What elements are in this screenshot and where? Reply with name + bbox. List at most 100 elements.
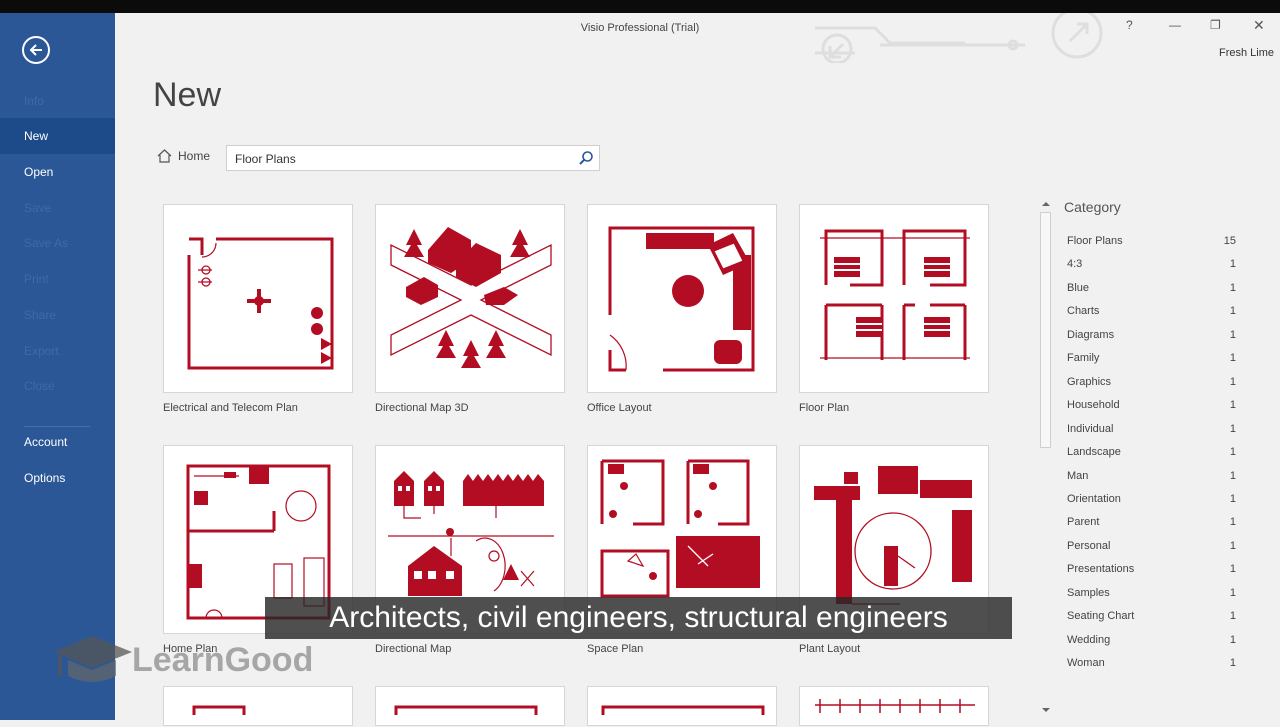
category-count: 1 xyxy=(1229,516,1236,529)
category-name: 4:3 xyxy=(1067,258,1083,271)
category-count: 1 xyxy=(1229,539,1236,552)
category-count: 1 xyxy=(1229,352,1236,365)
nav-account[interactable]: Account xyxy=(0,424,115,460)
nav-new[interactable]: New xyxy=(0,118,115,154)
template-card-partial[interactable] xyxy=(163,686,353,726)
minimize-button[interactable]: — xyxy=(1169,18,1181,32)
template-label: Plant Layout xyxy=(799,643,861,655)
restore-button[interactable]: ❐ xyxy=(1210,18,1221,32)
electrical-plan-thumbnail-icon xyxy=(187,237,334,370)
template-card-partial[interactable] xyxy=(375,686,565,726)
close-button[interactable]: ✕ xyxy=(1253,17,1265,34)
category-name: Family xyxy=(1067,352,1100,365)
category-item[interactable]: Orientation 1 xyxy=(1058,488,1248,511)
home-label: Home xyxy=(178,149,211,163)
circuit-decoration-icon xyxy=(815,13,1103,63)
category-item[interactable]: Parent 1 xyxy=(1058,511,1248,534)
category-name: Blue xyxy=(1067,281,1090,294)
partial-thumbnail-icon xyxy=(815,699,975,713)
partial-thumbnail-icon xyxy=(192,705,246,715)
nav-print[interactable]: Print xyxy=(0,261,115,297)
category-item[interactable]: Charts 1 xyxy=(1058,300,1248,323)
category-name: Individual xyxy=(1067,422,1114,435)
category-count: 1 xyxy=(1229,305,1236,318)
graduation-cap-icon xyxy=(54,636,132,682)
nav-info[interactable]: Info xyxy=(0,83,115,119)
category-count: 1 xyxy=(1229,281,1236,294)
search-input[interactable] xyxy=(233,151,567,167)
template-scrollbar[interactable] xyxy=(1039,197,1053,717)
partial-thumbnail-icon xyxy=(601,705,765,715)
template-label: Floor Plan xyxy=(799,402,850,414)
template-electrical-telecom[interactable] xyxy=(163,204,353,393)
category-item[interactable]: Woman 1 xyxy=(1058,652,1248,675)
category-item[interactable]: Diagrams 1 xyxy=(1058,324,1248,347)
category-name: Personal xyxy=(1067,539,1111,552)
category-count: 1 xyxy=(1229,469,1236,482)
category-count: 1 xyxy=(1229,586,1236,599)
back-button[interactable] xyxy=(22,36,50,64)
template-search-box[interactable] xyxy=(226,145,600,171)
template-card-partial[interactable] xyxy=(799,686,989,726)
template-label: Directional Map 3D xyxy=(375,402,469,414)
search-icon[interactable] xyxy=(578,150,594,166)
floor-plan-thumbnail-icon xyxy=(820,229,970,360)
nav-options[interactable]: Options xyxy=(0,460,115,496)
category-name: Presentations xyxy=(1067,563,1135,576)
nav-close[interactable]: Close xyxy=(0,368,115,404)
category-item[interactable]: Presentations 1 xyxy=(1058,558,1248,581)
category-count: 1 xyxy=(1229,422,1236,435)
category-count: 1 xyxy=(1229,258,1236,271)
category-item[interactable]: Personal 1 xyxy=(1058,535,1248,558)
category-item[interactable]: Wedding 1 xyxy=(1058,629,1248,652)
help-button[interactable]: ? xyxy=(1126,18,1133,32)
category-name: Graphics xyxy=(1067,375,1112,388)
category-count: 1 xyxy=(1229,446,1236,459)
category-item[interactable]: Blue 1 xyxy=(1058,277,1248,300)
watermark-text: LearnGood xyxy=(132,640,314,679)
directional-map-3d-thumbnail-icon xyxy=(390,227,552,368)
top-bar xyxy=(0,0,1280,13)
nav-save-as[interactable]: Save As xyxy=(0,225,115,261)
category-count: 1 xyxy=(1229,492,1236,505)
template-card-partial[interactable] xyxy=(587,686,777,726)
template-label: Office Layout xyxy=(587,402,652,414)
category-name: Orientation xyxy=(1067,492,1121,505)
category-item[interactable]: Samples 1 xyxy=(1058,582,1248,605)
category-item[interactable]: Floor Plans 15 xyxy=(1058,230,1248,253)
user-name[interactable]: Fresh Lime xyxy=(1219,47,1274,59)
category-item[interactable]: Individual 1 xyxy=(1058,418,1248,441)
category-name: Household xyxy=(1067,399,1120,412)
scroll-thumb[interactable] xyxy=(1040,212,1051,448)
template-office-layout[interactable] xyxy=(587,204,777,393)
category-name: Diagrams xyxy=(1067,328,1115,341)
category-item[interactable]: Man 1 xyxy=(1058,465,1248,488)
partial-thumbnail-icon xyxy=(394,705,538,715)
category-item[interactable]: 4:3 1 xyxy=(1058,253,1248,276)
category-name: Samples xyxy=(1067,586,1110,599)
category-name: Charts xyxy=(1067,305,1100,318)
category-count: 1 xyxy=(1229,399,1236,412)
template-floor-plan[interactable] xyxy=(799,204,989,393)
scroll-down-icon[interactable] xyxy=(1039,703,1053,717)
scroll-up-icon[interactable] xyxy=(1039,197,1053,211)
category-item[interactable]: Family 1 xyxy=(1058,347,1248,370)
nav-save[interactable]: Save xyxy=(0,190,115,226)
category-count: 1 xyxy=(1229,610,1236,623)
video-caption: Architects, civil engineers, structural … xyxy=(265,597,1012,639)
category-item[interactable]: Household 1 xyxy=(1058,394,1248,417)
category-item[interactable]: Seating Chart 1 xyxy=(1058,605,1248,628)
nav-open[interactable]: Open xyxy=(0,154,115,190)
category-name: Wedding xyxy=(1067,633,1111,646)
template-directional-map-3d[interactable] xyxy=(375,204,565,393)
category-name: Parent xyxy=(1067,516,1100,529)
category-name: Woman xyxy=(1067,657,1105,670)
category-item[interactable]: Graphics 1 xyxy=(1058,371,1248,394)
category-item[interactable]: Landscape 1 xyxy=(1058,441,1248,464)
home-link[interactable]: Home xyxy=(157,149,210,163)
nav-share[interactable]: Share xyxy=(0,297,115,333)
category-name: Man xyxy=(1067,469,1089,482)
category-count: 1 xyxy=(1229,563,1236,576)
category-name: Seating Chart xyxy=(1067,610,1135,623)
nav-export[interactable]: Export xyxy=(0,333,115,369)
